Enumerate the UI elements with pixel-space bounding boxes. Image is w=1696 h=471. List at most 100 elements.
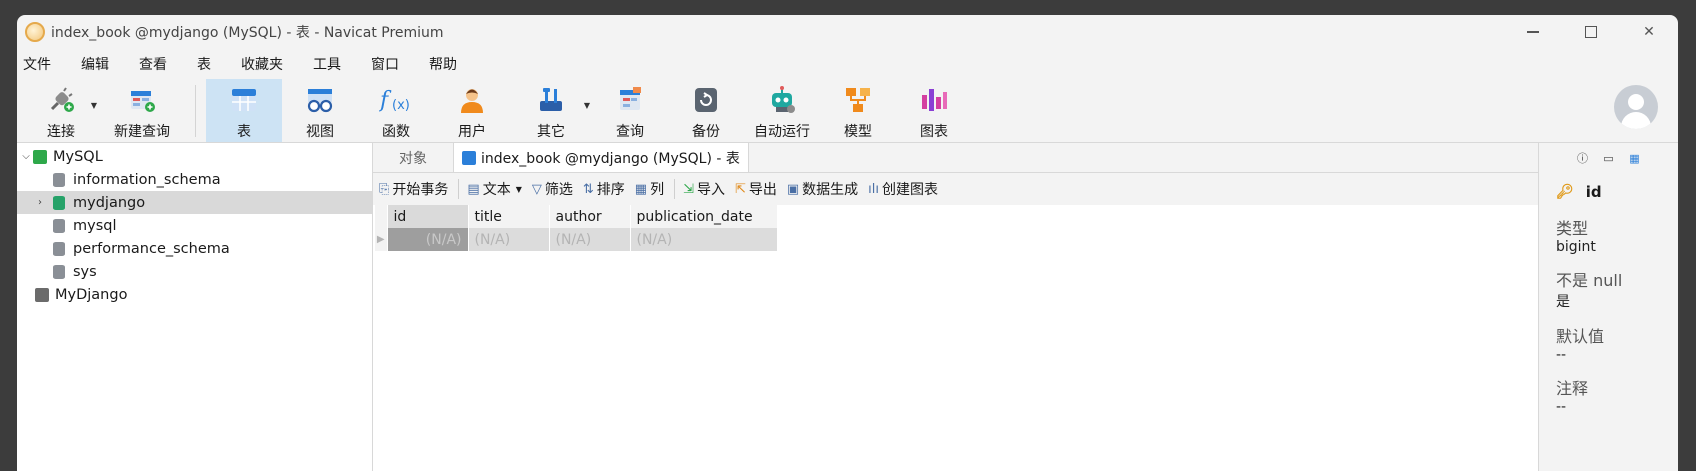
- column-header-id[interactable]: id: [387, 205, 469, 228]
- table-toolbar: ⎘ 开始事务 ▤ 文本 ▼ ▽ 筛选 ⇅ 排序 ▦ 列 ⇲ 导入 ⇱ 导出 ▣ 数据生成 ılı 创…: [373, 173, 1538, 205]
- new-query-button[interactable]: 新建查询: [99, 79, 185, 143]
- avatar-head: [1628, 94, 1644, 110]
- info-pane: ⓘ ▭ ▦ 🔑︎ id 类型 bigint 不是 null 是 默认值 -- 注…: [1539, 143, 1678, 471]
- menu-edit[interactable]: 编辑: [81, 54, 125, 74]
- other-button[interactable]: 其它 ▼: [510, 79, 592, 143]
- tree-label: performance_schema: [73, 240, 230, 257]
- connect-button[interactable]: 连接 ▼: [23, 79, 99, 143]
- window-title: index_book @mydjango (MySQL) - 表 - Navic…: [51, 25, 444, 41]
- automation-button[interactable]: 自动运行: [744, 79, 820, 143]
- connect-dropdown-icon[interactable]: ▼: [91, 101, 97, 110]
- user-avatar[interactable]: [1614, 85, 1658, 129]
- svg-text:f: f: [379, 88, 392, 113]
- import-button[interactable]: ⇲ 导入: [683, 179, 725, 199]
- close-button[interactable]: ✕: [1620, 15, 1678, 49]
- field-grid-icon[interactable]: ▦: [1627, 151, 1643, 165]
- tab-bar: 对象 index_book @mydjango (MySQL) - 表: [373, 143, 1538, 173]
- cell-id[interactable]: (N/A): [387, 228, 469, 251]
- chart-button[interactable]: 图表: [896, 79, 972, 143]
- function-button[interactable]: f (x) 函数: [358, 79, 434, 143]
- text-button[interactable]: ▤ 文本 ▼: [467, 179, 521, 199]
- column-header-publication-date[interactable]: publication_date: [630, 205, 778, 228]
- window-controls: ✕: [1504, 15, 1678, 49]
- tree-connection-mydjango[interactable]: MyDjango: [17, 283, 372, 306]
- tab-index-book[interactable]: index_book @mydjango (MySQL) - 表: [453, 143, 749, 172]
- minimize-icon: [1527, 31, 1539, 33]
- model-icon: [841, 83, 875, 117]
- tree-db-mydjango[interactable]: › mydjango: [17, 191, 372, 214]
- other-dropdown-icon[interactable]: ▼: [584, 101, 590, 110]
- cell-author[interactable]: (N/A): [549, 228, 631, 251]
- columns-icon: ▦: [634, 181, 648, 197]
- info-pane-tabs: ⓘ ▭ ▦: [1539, 143, 1678, 173]
- cell-title[interactable]: (N/A): [468, 228, 550, 251]
- columns-button[interactable]: ▦ 列: [635, 179, 664, 199]
- function-icon: f (x): [379, 83, 413, 117]
- app-window: index_book @mydjango (MySQL) - 表 - Navic…: [17, 15, 1678, 471]
- sort-button[interactable]: ⇅ 排序: [583, 179, 625, 199]
- database-open-icon: [53, 195, 65, 210]
- user-icon: [455, 83, 489, 117]
- data-generation-button[interactable]: ▣ 数据生成: [787, 179, 858, 199]
- user-label: 用户: [458, 124, 486, 140]
- menu-help[interactable]: 帮助: [429, 54, 473, 74]
- menu-window[interactable]: 窗口: [371, 54, 415, 74]
- database-icon: [53, 241, 65, 256]
- view-button[interactable]: 视图: [282, 79, 358, 143]
- tree-db-performance-schema[interactable]: performance_schema: [17, 237, 372, 260]
- cell-publication-date[interactable]: (N/A): [630, 228, 778, 251]
- backup-button[interactable]: 备份: [668, 79, 744, 143]
- menu-table[interactable]: 表: [197, 54, 227, 74]
- table-row: ▶ (N/A) (N/A) (N/A) (N/A): [375, 228, 778, 251]
- text-label: 文本: [482, 182, 511, 198]
- title-bar: index_book @mydjango (MySQL) - 表 - Navic…: [17, 15, 1678, 49]
- info-icon[interactable]: ⓘ: [1575, 151, 1591, 165]
- ddl-icon[interactable]: ▭: [1601, 151, 1617, 165]
- tree-db-information-schema[interactable]: information_schema: [17, 168, 372, 191]
- view-label: 视图: [306, 124, 334, 140]
- function-label: 函数: [382, 124, 410, 140]
- comment-value: --: [1556, 399, 1567, 415]
- expand-chevron-icon[interactable]: ›: [33, 197, 47, 208]
- model-label: 模型: [844, 124, 872, 140]
- connect-label: 连接: [47, 124, 75, 140]
- export-icon: ⇱: [734, 181, 746, 197]
- export-button[interactable]: ⇱ 导出: [735, 179, 777, 199]
- menu-favorites[interactable]: 收藏夹: [241, 54, 299, 74]
- collapse-chevron-icon[interactable]: ⌵: [19, 151, 33, 162]
- view-icon: [303, 83, 337, 117]
- tab-label: index_book @mydjango (MySQL) - 表: [481, 150, 740, 167]
- model-button[interactable]: 模型: [820, 79, 896, 143]
- connection-icon: [35, 287, 49, 302]
- column-header-author[interactable]: author: [549, 205, 631, 228]
- avatar-body: [1621, 112, 1651, 129]
- menu-file[interactable]: 文件: [23, 54, 67, 74]
- maximize-button[interactable]: [1562, 15, 1620, 49]
- import-label: 导入: [696, 182, 725, 198]
- tree-connection-mysql[interactable]: ⌵ MySQL: [17, 145, 372, 168]
- create-chart-button[interactable]: ılı 创建图表: [868, 179, 938, 199]
- table-button[interactable]: 表: [206, 79, 282, 143]
- mysql-connection-icon: [33, 149, 47, 164]
- data-generation-icon: ▣: [786, 181, 800, 197]
- column-header-title[interactable]: title: [468, 205, 550, 228]
- chart-label: 图表: [920, 124, 948, 140]
- grid-header-row: id title author publication_date: [375, 205, 778, 228]
- begin-transaction-button[interactable]: ⎘ 开始事务: [379, 179, 448, 199]
- create-chart-label: 创建图表: [882, 182, 939, 198]
- field-name-label: id: [1585, 183, 1602, 201]
- menu-tools[interactable]: 工具: [313, 54, 357, 74]
- user-button[interactable]: 用户: [434, 79, 510, 143]
- tree-db-sys[interactable]: sys: [17, 260, 372, 283]
- menu-view[interactable]: 查看: [139, 54, 183, 74]
- query-button[interactable]: 查询: [592, 79, 668, 143]
- tree-db-mysql[interactable]: mysql: [17, 214, 372, 237]
- tab-objects[interactable]: 对象: [373, 143, 453, 172]
- toolbar-divider: [195, 85, 196, 137]
- filter-button[interactable]: ▽ 筛选: [532, 179, 573, 199]
- type-value: bigint: [1556, 239, 1596, 255]
- sort-label: 排序: [596, 182, 625, 198]
- minimize-button[interactable]: [1504, 15, 1562, 49]
- type-label: 类型: [1556, 219, 1589, 238]
- content-panes: ⌵ MySQL information_schema › mydjango my…: [17, 142, 1678, 471]
